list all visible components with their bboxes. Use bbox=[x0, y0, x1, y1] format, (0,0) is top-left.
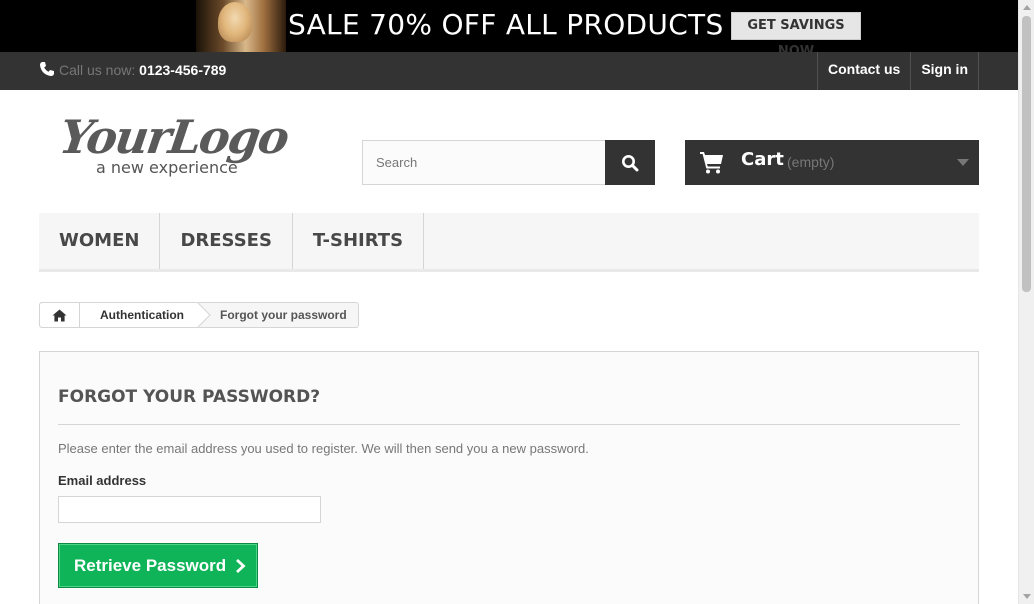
email-label: Email address bbox=[58, 473, 147, 488]
get-savings-button[interactable]: GET SAVINGS NOW bbox=[731, 12, 861, 52]
main-menu: Women Dresses T-shirts bbox=[39, 213, 979, 272]
search-form bbox=[362, 140, 655, 185]
retrieve-password-label: Retrieve Password bbox=[74, 555, 227, 575]
promo-image bbox=[196, 0, 286, 52]
email-field[interactable] bbox=[58, 496, 321, 523]
caret-down-icon bbox=[957, 159, 969, 166]
search-button[interactable] bbox=[605, 140, 655, 185]
title-divider bbox=[58, 424, 960, 425]
home-icon bbox=[52, 309, 67, 321]
scroll-up-arrow-icon[interactable] bbox=[1023, 5, 1031, 10]
breadcrumb-home[interactable] bbox=[40, 303, 80, 327]
chevron-right-icon bbox=[236, 558, 246, 573]
phone-prefix: Call us now: bbox=[59, 62, 136, 78]
menu-item-women[interactable]: Women bbox=[39, 213, 161, 269]
menu-item-dresses[interactable]: Dresses bbox=[160, 213, 293, 269]
site-logo[interactable]: YourLogo a new experience bbox=[56, 110, 300, 182]
breadcrumb-current: Forgot your password bbox=[220, 308, 347, 322]
retrieve-password-button[interactable]: Retrieve Password bbox=[58, 543, 258, 588]
breadcrumb: Authentication Forgot your password bbox=[39, 302, 359, 328]
phone-info: Call us now: 0123-456-789 bbox=[39, 61, 226, 78]
promo-banner[interactable]: SALE 70% OFF ALL PRODUCTS GET SAVINGS NO… bbox=[0, 0, 1018, 52]
shopping-cart-icon bbox=[700, 152, 723, 174]
scrollbar-thumb[interactable] bbox=[1022, 16, 1031, 292]
cart-status: (empty) bbox=[787, 154, 835, 170]
breadcrumb-authentication[interactable]: Authentication bbox=[80, 303, 198, 327]
contact-us-link[interactable]: Contact us bbox=[816, 52, 910, 90]
cart-block[interactable]: Cart (empty) bbox=[685, 140, 979, 185]
page-title: Forgot your password? bbox=[58, 387, 321, 407]
header-links: Contact us Sign in bbox=[816, 52, 979, 90]
logo-text: YourLogo bbox=[56, 110, 291, 164]
logo-tagline: a new experience bbox=[96, 158, 238, 177]
phone-icon bbox=[40, 62, 54, 76]
promo-title: SALE 70% OFF ALL PRODUCTS bbox=[288, 8, 724, 41]
top-nav: Call us now: 0123-456-789 Contact us Sig… bbox=[0, 52, 1018, 90]
search-input[interactable] bbox=[362, 140, 605, 185]
sign-in-link[interactable]: Sign in bbox=[910, 52, 979, 90]
cart-label: Cart bbox=[741, 149, 784, 170]
instructions-text: Please enter the email address you used … bbox=[58, 441, 589, 456]
menu-item-tshirts[interactable]: T-shirts bbox=[293, 213, 425, 269]
forgot-password-box: Forgot your password? Please enter the e… bbox=[39, 351, 979, 604]
search-icon bbox=[622, 154, 639, 171]
phone-number: 0123-456-789 bbox=[139, 62, 227, 78]
page-scrollbar[interactable] bbox=[1018, 0, 1034, 604]
scroll-down-arrow-icon[interactable] bbox=[1023, 594, 1031, 599]
